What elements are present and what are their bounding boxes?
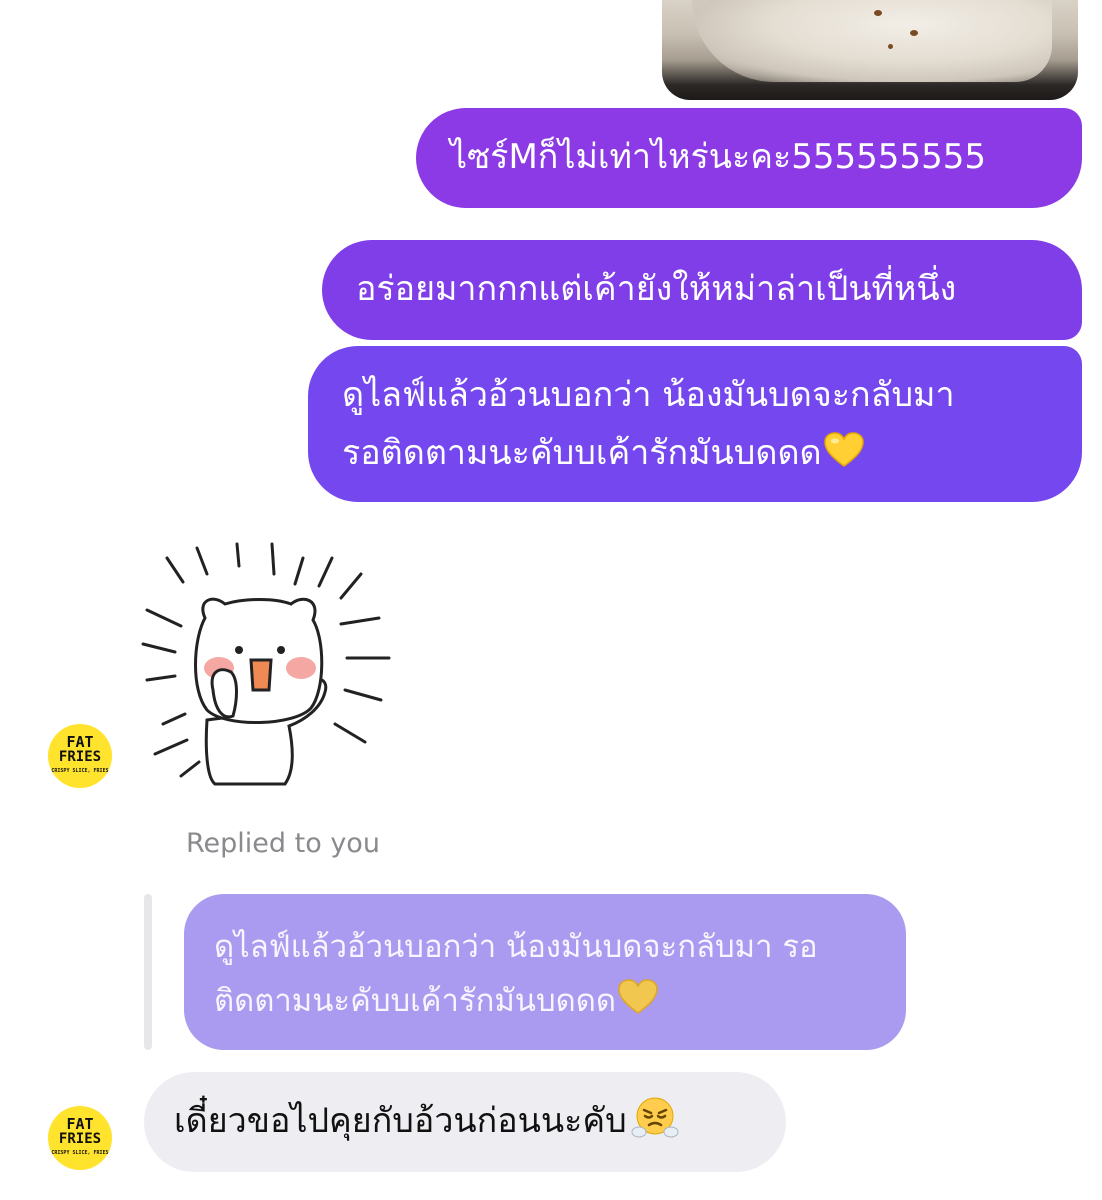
photo-content [692, 0, 1052, 82]
incoming-message[interactable]: เดี๋ยวขอไปคุยกับอ้วนก่อนนะคับ [144, 1072, 786, 1172]
yellow-heart-icon [618, 979, 658, 1014]
quoted-message[interactable]: ดูไลฟ์แล้วอ้วนบอกว่า น้องมันบดจะกลับมา ร… [184, 894, 906, 1050]
message-text-line: ดูไลฟ์แล้วอ้วนบอกว่า น้องมันบดจะกลับมา [342, 375, 955, 415]
photo-speck [888, 44, 893, 49]
quoted-text-line: ดูไลฟ์แล้วอ้วนบอกว่า น้องมันบดจะกลับมา ร… [214, 929, 818, 965]
excited-bear-sticker[interactable] [135, 540, 395, 795]
logo-text: FRIES [58, 1131, 102, 1147]
message-text: อร่อยมากกกแต่เค้ายังให้หม่าล่าเป็นที่หนึ… [356, 269, 957, 309]
message-text: ไซร์Mก็ไม่เท่าไหร่นะคะ555555555 [450, 137, 986, 177]
logo-tagline: CRISPY SLICE, FRIES [51, 768, 109, 774]
reply-label: Replied to you [186, 828, 380, 859]
yellow-heart-icon [823, 432, 864, 467]
message-text: รอติดตามนะคับบเค้ารักมันบดดด [342, 433, 822, 473]
outgoing-message[interactable]: ดูไลฟ์แล้วอ้วนบอกว่า น้องมันบดจะกลับมา ร… [308, 346, 1082, 502]
message-text-line: รอติดตามนะคับบเค้ารักมันบดดด [342, 424, 1048, 482]
photo-speck [874, 10, 882, 16]
quoted-text-line: ติดตามนะคับบเค้ารักมันบดดด [214, 974, 876, 1028]
reply-indicator-bar [144, 894, 152, 1050]
outgoing-message[interactable]: อร่อยมากกกแต่เค้ายังให้หม่าล่าเป็นที่หนึ… [322, 240, 1082, 340]
logo-text: FRIES [58, 749, 102, 765]
face-with-steam-icon [631, 1097, 679, 1138]
sender-avatar[interactable]: FAT FRIES CRISPY SLICE, FRIES [48, 1106, 112, 1170]
logo-tagline: CRISPY SLICE, FRIES [51, 1150, 109, 1156]
message-text: เดี๋ยวขอไปคุยกับอ้วนก่อนนะคับ [174, 1101, 627, 1141]
photo-speck [910, 30, 918, 36]
quoted-text: ติดตามนะคับบเค้ารักมันบดดด [214, 983, 617, 1019]
sender-avatar[interactable]: FAT FRIES CRISPY SLICE, FRIES [48, 724, 112, 788]
photo-message[interactable] [662, 0, 1078, 100]
outgoing-message[interactable]: ไซร์Mก็ไม่เท่าไหร่นะคะ555555555 [416, 108, 1082, 208]
